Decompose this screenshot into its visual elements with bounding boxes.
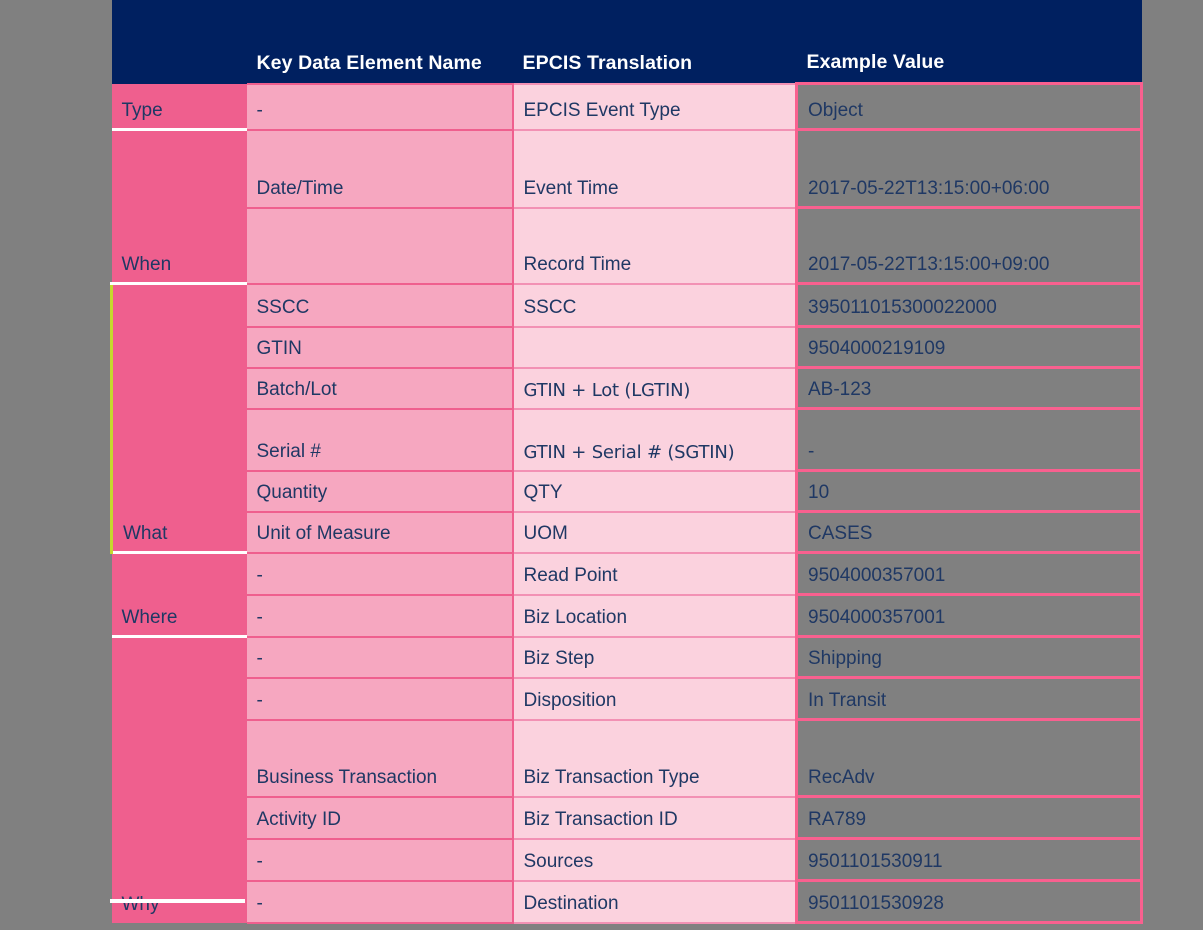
value-cell: 9501101530911: [795, 837, 1143, 882]
epcis-cell: Read Point: [511, 551, 798, 596]
category-cell-what: What: [110, 282, 247, 553]
kde-cell: -: [246, 676, 514, 721]
value-cell: 10: [795, 469, 1143, 513]
epcis-cell: Event Time: [511, 128, 798, 209]
table-row: - Destination 9501101530928: [112, 879, 1143, 924]
value-cell: RecAdv: [795, 718, 1143, 798]
value-cell: AB-123: [795, 366, 1143, 410]
table-row: Why - Biz Step Shipping: [111, 635, 1143, 923]
table-row: GTIN 9504000219109: [112, 325, 1143, 369]
kde-cell: -: [246, 551, 514, 596]
kde-cell: Date/Time: [246, 128, 514, 209]
table-body: Type - EPCIS Event Type Object When Date…: [110, 82, 1143, 924]
table-row: When Date/Time Event Time 2017-05-22T13:…: [111, 128, 1143, 284]
epcis-cell: Disposition: [511, 676, 798, 721]
table-row: - Biz Location 9504000357001: [112, 593, 1143, 638]
category-cell-why: Why: [111, 635, 247, 923]
epcis-cell: Biz Location: [511, 593, 798, 638]
kde-cell: [246, 206, 514, 285]
epcis-cell: QTY: [511, 469, 798, 513]
table-row: What SSCC SSCC 395011015300022000: [110, 282, 1143, 553]
table-row: Type - EPCIS Event Type Object: [111, 82, 1143, 131]
table-row: Batch/Lot GTIN + Lot (LGTIN) AB-123: [112, 366, 1143, 410]
value-cell: Shipping: [795, 635, 1143, 679]
value-cell: 395011015300022000: [795, 282, 1143, 328]
table-row: Activity ID Biz Transaction ID RA789: [112, 795, 1143, 840]
kde-cell: -: [246, 82, 514, 131]
table-row: Serial # GTIN + Serial # (SGTIN) -: [112, 407, 1143, 472]
header-epcis-translation: EPCIS Translation: [512, 0, 797, 84]
epcis-cell: [511, 325, 798, 369]
header-category: [111, 0, 247, 84]
kde-epcis-table-container: Key Data Element Name EPCIS Translation …: [110, 0, 1143, 924]
kde-cell: Batch/Lot: [246, 366, 514, 410]
kde-cell: -: [246, 593, 514, 638]
value-cell: 9504000357001: [795, 593, 1143, 638]
table-row: Business Transaction Biz Transaction Typ…: [112, 718, 1143, 798]
kde-cell: Business Transaction: [246, 718, 514, 798]
value-cell: 9504000357001: [795, 551, 1143, 596]
epcis-cell: GTIN + Lot (LGTIN): [511, 366, 798, 410]
category-cell-type: Type: [111, 83, 247, 130]
value-cell: 9504000219109: [795, 325, 1143, 369]
epcis-cell: EPCIS Event Type: [511, 82, 798, 131]
value-cell: CASES: [795, 510, 1143, 554]
value-cell: In Transit: [795, 676, 1143, 721]
value-cell: 2017-05-22T13:15:00+06:00: [795, 128, 1143, 209]
header-key-data-element-name: Key Data Element Name: [246, 0, 513, 84]
epcis-cell: UOM: [511, 510, 798, 554]
table-header-row: Key Data Element Name EPCIS Translation …: [111, 0, 1142, 84]
value-cell: 9501101530928: [795, 879, 1143, 924]
table-row: Unit of Measure UOM CASES: [112, 510, 1143, 554]
kde-cell: -: [246, 879, 514, 924]
epcis-cell: Biz Transaction Type: [511, 718, 798, 798]
epcis-cell: Biz Transaction ID: [511, 795, 798, 840]
epcis-cell: GTIN + Serial # (SGTIN): [511, 407, 798, 472]
kde-cell: GTIN: [246, 325, 514, 369]
table-row: - Disposition In Transit: [112, 676, 1143, 721]
header-example-value: Example Value: [796, 0, 1142, 84]
kde-cell: -: [246, 837, 514, 882]
epcis-cell: SSCC: [511, 282, 798, 328]
value-cell: -: [795, 407, 1143, 472]
kde-cell: Unit of Measure: [246, 510, 514, 554]
value-cell: Object: [795, 82, 1143, 131]
kde-cell: Activity ID: [246, 795, 514, 840]
kde-cell: Serial #: [246, 407, 514, 472]
category-cell-when: When: [111, 128, 247, 284]
kde-cell: Quantity: [246, 469, 514, 513]
value-cell: 2017-05-22T13:15:00+09:00: [795, 206, 1143, 285]
epcis-cell: Record Time: [511, 206, 798, 285]
epcis-cell: Biz Step: [511, 635, 798, 679]
table-row: Where - Read Point 9504000357001: [111, 551, 1143, 637]
value-cell: RA789: [795, 795, 1143, 840]
table-header: Key Data Element Name EPCIS Translation …: [111, 0, 1142, 84]
kde-epcis-table: Key Data Element Name EPCIS Translation …: [110, 0, 1143, 924]
table-row: Record Time 2017-05-22T13:15:00+09:00: [112, 206, 1143, 285]
category-cell-where: Where: [111, 551, 247, 637]
table-row: Quantity QTY 10: [112, 469, 1143, 513]
epcis-cell: Sources: [511, 837, 798, 882]
kde-cell: -: [246, 635, 514, 679]
kde-cell: SSCC: [246, 282, 514, 328]
table-row: - Sources 9501101530911: [112, 837, 1143, 882]
category-column-bottom-strip: [110, 899, 245, 903]
epcis-cell: Destination: [511, 879, 798, 924]
